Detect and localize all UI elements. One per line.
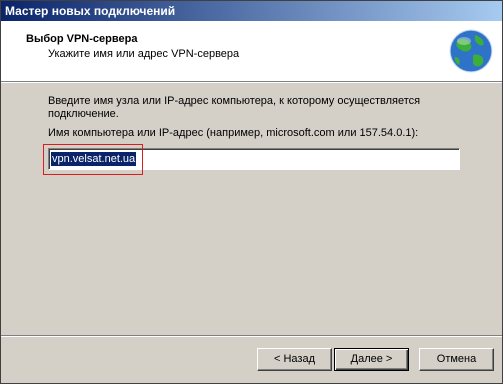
- header-subtitle: Укажите имя или адрес VPN-сервера: [48, 48, 240, 60]
- server-field-label: Имя компьютера или IP-адрес (например, m…: [48, 127, 419, 139]
- footer-divider-highlight: [1, 336, 502, 337]
- header-title: Выбор VPN-сервера: [26, 33, 138, 45]
- header-divider-highlight: [1, 82, 502, 83]
- wizard-window: Мастер новых подключений Выбор VPN-серве…: [0, 0, 503, 384]
- window-title: Мастер новых подключений: [1, 1, 502, 21]
- description-text: Введите имя узла или IP-адрес компьютера…: [48, 95, 421, 120]
- back-button[interactable]: < Назад: [257, 348, 332, 371]
- next-button[interactable]: Далее >: [334, 348, 409, 371]
- cancel-button[interactable]: Отмена: [419, 348, 494, 371]
- annotation-highlight-box: [43, 144, 143, 175]
- wizard-header: Выбор VPN-сервера Укажите имя или адрес …: [1, 21, 502, 81]
- globe-network-icon: [447, 27, 495, 75]
